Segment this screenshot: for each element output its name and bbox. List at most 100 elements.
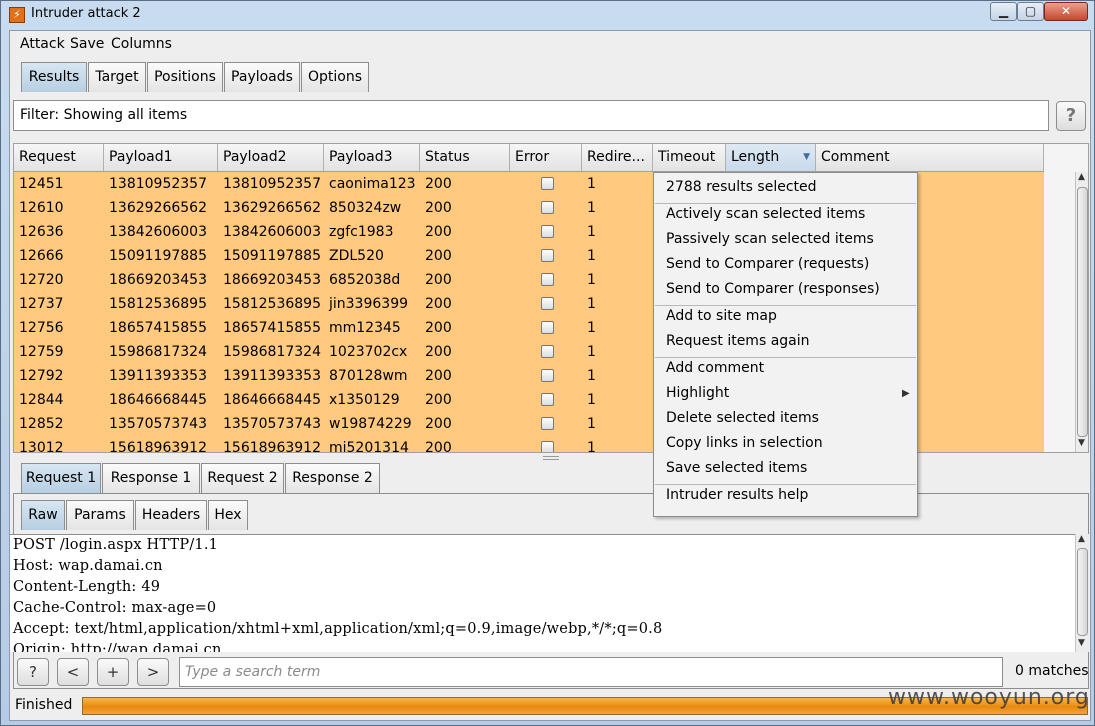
column-payload3[interactable]: Payload3 xyxy=(324,144,420,171)
menu-item[interactable]: Send to Comparer (requests) xyxy=(666,256,869,272)
column-comment[interactable]: Comment xyxy=(816,144,1044,171)
scroll-up-icon[interactable]: ▲ xyxy=(1078,172,1085,182)
raw-line: Content-Length: 49 xyxy=(13,579,161,595)
menu-item[interactable]: Save selected items xyxy=(666,460,807,476)
menu-separator xyxy=(655,203,916,204)
error-checkbox[interactable] xyxy=(541,417,554,430)
tab-response-1[interactable]: Response 1 xyxy=(102,463,200,493)
table-cell: 200 xyxy=(425,320,452,336)
scroll-down-icon[interactable]: ▼ xyxy=(1078,638,1085,648)
error-checkbox-cell xyxy=(510,340,582,364)
title-bar[interactable]: ⚡ Intruder attack 2 ▁ ▢ ✕ xyxy=(1,1,1094,29)
menu-item[interactable]: Request items again xyxy=(666,333,810,349)
close-button[interactable]: ✕ xyxy=(1044,2,1088,21)
table-cell: 1 xyxy=(587,296,596,312)
table-cell: 1 xyxy=(587,200,596,216)
search-input[interactable] xyxy=(179,657,1003,687)
results-scrollbar-thumb[interactable] xyxy=(1077,187,1088,437)
menu-item[interactable]: Passively scan selected items xyxy=(666,231,874,247)
table-cell: 200 xyxy=(425,272,452,288)
error-checkbox[interactable] xyxy=(541,345,554,358)
scroll-down-icon[interactable]: ▼ xyxy=(1078,438,1085,448)
tab-payloads[interactable]: Payloads xyxy=(224,62,300,92)
table-cell: 200 xyxy=(425,416,452,432)
menu-separator xyxy=(655,357,916,358)
menu-columns[interactable]: Columns xyxy=(111,36,172,52)
column-payload2[interactable]: Payload2 xyxy=(218,144,324,171)
burp-flame-icon: ⚡ xyxy=(9,7,25,23)
error-checkbox[interactable] xyxy=(541,369,554,382)
tab-request-1[interactable]: Request 1 xyxy=(21,463,101,493)
raw-editor-scrollbar-thumb[interactable] xyxy=(1077,548,1088,636)
search-previous-button[interactable]: < xyxy=(57,658,89,686)
column-payload1[interactable]: Payload1 xyxy=(104,144,218,171)
table-cell: 13570573743 xyxy=(223,416,321,432)
table-cell: 15618963912 xyxy=(223,440,321,453)
minimize-icon: ▁ xyxy=(998,4,1009,18)
tab-headers[interactable]: Headers xyxy=(135,500,207,530)
table-cell: w19874229 xyxy=(329,416,412,432)
error-checkbox[interactable] xyxy=(541,225,554,238)
column-request[interactable]: Request xyxy=(14,144,104,171)
tab-results[interactable]: Results xyxy=(21,62,87,92)
menu-attack[interactable]: Attack xyxy=(20,36,65,52)
tab-response-2[interactable]: Response 2 xyxy=(285,463,380,493)
table-cell: 850324zw xyxy=(329,200,402,216)
column-redirects[interactable]: Redire... xyxy=(582,144,653,171)
tab-raw[interactable]: Raw xyxy=(21,500,65,530)
tab-target[interactable]: Target xyxy=(88,62,146,92)
tab-params[interactable]: Params xyxy=(66,500,134,530)
raw-request-editor[interactable]: POST /login.aspx HTTP/1.1 Host: wap.dama… xyxy=(10,534,1075,652)
table-cell: 12720 xyxy=(19,272,64,288)
intruder-window-body: Attack Save Columns Results Target Posit… xyxy=(9,30,1091,721)
search-help-button[interactable]: ? xyxy=(17,658,49,686)
column-error[interactable]: Error xyxy=(510,144,582,171)
table-cell: 13911393353 xyxy=(223,368,321,384)
splitter-handle[interactable] xyxy=(543,456,559,460)
raw-editor-scrollbar[interactable]: ▲ ▼ xyxy=(1075,534,1089,652)
error-checkbox[interactable] xyxy=(541,249,554,262)
maximize-button[interactable]: ▢ xyxy=(1017,2,1044,21)
table-cell: 12759 xyxy=(19,344,64,360)
table-cell: 200 xyxy=(425,296,452,312)
table-cell: 13911393353 xyxy=(109,368,207,384)
menu-item[interactable]: Intruder results help xyxy=(666,487,808,503)
tab-hex[interactable]: Hex xyxy=(208,500,248,530)
menu-item[interactable]: Copy links in selection xyxy=(666,435,823,451)
error-checkbox[interactable] xyxy=(541,273,554,286)
search-options-button[interactable]: + xyxy=(97,658,129,686)
main-tabs: Results Target Positions Payloads Option… xyxy=(21,62,381,92)
menu-separator xyxy=(655,484,916,485)
table-cell: 200 xyxy=(425,440,452,453)
menu-item[interactable]: Add to site map xyxy=(666,308,777,324)
tab-request-2[interactable]: Request 2 xyxy=(201,463,284,493)
error-checkbox[interactable] xyxy=(541,321,554,334)
column-length[interactable]: Length ▼ xyxy=(726,144,816,171)
search-next-button[interactable]: > xyxy=(137,658,169,686)
table-cell: 1 xyxy=(587,416,596,432)
column-status[interactable]: Status xyxy=(420,144,510,171)
menu-item[interactable]: Add comment xyxy=(666,360,764,376)
filter-bar[interactable]: Filter: Showing all items xyxy=(13,100,1049,131)
table-cell: 13810952357 xyxy=(109,176,207,192)
menu-save[interactable]: Save xyxy=(70,36,104,52)
error-checkbox[interactable] xyxy=(541,201,554,214)
table-cell: 12610 xyxy=(19,200,64,216)
tab-options[interactable]: Options xyxy=(301,62,369,92)
menu-item[interactable]: Delete selected items xyxy=(666,410,819,426)
column-timeout[interactable]: Timeout xyxy=(653,144,726,171)
error-checkbox[interactable] xyxy=(541,441,554,452)
menu-item[interactable]: Highlight xyxy=(666,385,729,401)
close-icon: ✕ xyxy=(1060,4,1072,18)
scroll-up-icon[interactable]: ▲ xyxy=(1078,534,1085,544)
error-checkbox[interactable] xyxy=(541,177,554,190)
error-checkbox[interactable] xyxy=(541,297,554,310)
results-scrollbar[interactable]: ▲ ▼ xyxy=(1075,172,1088,452)
tab-positions[interactable]: Positions xyxy=(147,62,223,92)
filter-help-button[interactable]: ? xyxy=(1056,101,1086,131)
sort-descending-icon: ▼ xyxy=(803,152,810,162)
error-checkbox[interactable] xyxy=(541,393,554,406)
menu-item[interactable]: Send to Comparer (responses) xyxy=(666,281,880,297)
minimize-button[interactable]: ▁ xyxy=(990,2,1017,21)
menu-item[interactable]: Actively scan selected items xyxy=(666,206,865,222)
